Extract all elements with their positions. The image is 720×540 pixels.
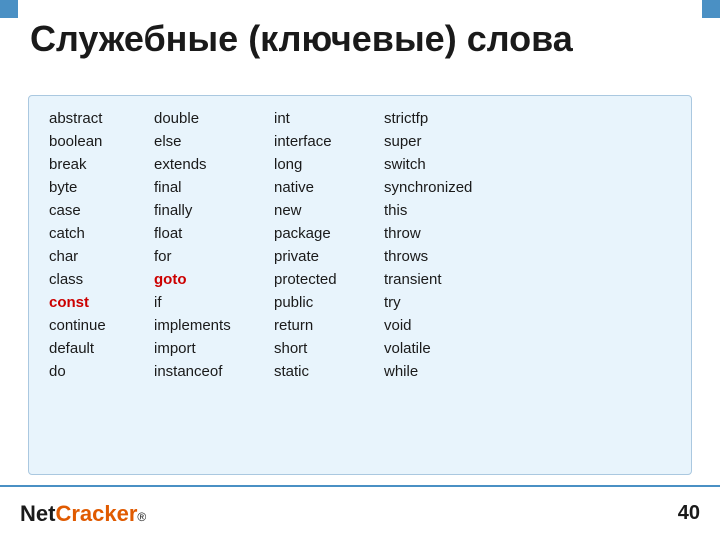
keyword-private: private	[270, 246, 380, 267]
logo-cracker: Cracker	[55, 501, 137, 527]
keyword-abstract: abstract	[45, 108, 150, 129]
keyword-instanceof: instanceof	[150, 361, 270, 382]
keyword-finally: finally	[150, 200, 270, 221]
keyword-default: default	[45, 338, 150, 359]
bottom-bar: Net Cracker ® 40	[0, 485, 720, 540]
keyword-void: void	[380, 315, 510, 336]
keyword-continue: continue	[45, 315, 150, 336]
keyword-extends: extends	[150, 154, 270, 175]
keyword-strictfp: strictfp	[380, 108, 510, 129]
keyword-import: import	[150, 338, 270, 359]
keyword-interface: interface	[270, 131, 380, 152]
keyword-break: break	[45, 154, 150, 175]
keyword-package: package	[270, 223, 380, 244]
keyword-super: super	[380, 131, 510, 152]
keyword-byte: byte	[45, 177, 150, 198]
keyword-this: this	[380, 200, 510, 221]
keyword-while: while	[380, 361, 510, 382]
keyword-final: final	[150, 177, 270, 198]
corner-decoration-tr	[702, 0, 720, 18]
keyword-do: do	[45, 361, 150, 382]
keyword-long: long	[270, 154, 380, 175]
keyword-new: new	[270, 200, 380, 221]
keyword-implements: implements	[150, 315, 270, 336]
keyword-for: for	[150, 246, 270, 267]
keyword-class: class	[45, 269, 150, 290]
keyword-synchronized: synchronized	[380, 177, 510, 198]
keyword-transient: transient	[380, 269, 510, 290]
keyword-if: if	[150, 292, 270, 313]
keyword-try: try	[380, 292, 510, 313]
keyword-char: char	[45, 246, 150, 267]
slide: Служебные (ключевые) слова abstractdoubl…	[0, 0, 720, 540]
keyword-else: else	[150, 131, 270, 152]
slide-title: Служебные (ключевые) слова	[30, 18, 573, 60]
keyword-volatile: volatile	[380, 338, 510, 359]
keyword-protected: protected	[270, 269, 380, 290]
keywords-box: abstractdoubleintstrictfp booleanelseinte…	[28, 95, 692, 475]
logo: Net Cracker ®	[20, 501, 146, 527]
keyword-short: short	[270, 338, 380, 359]
keyword-return: return	[270, 315, 380, 336]
keyword-public: public	[270, 292, 380, 313]
keyword-double: double	[150, 108, 270, 129]
keyword-native: native	[270, 177, 380, 198]
keyword-float: float	[150, 223, 270, 244]
keywords-grid: abstractdoubleintstrictfp booleanelseinte…	[45, 108, 675, 382]
keyword-static: static	[270, 361, 380, 382]
keyword-int: int	[270, 108, 380, 129]
keyword-case: case	[45, 200, 150, 221]
page-number: 40	[678, 502, 700, 525]
keyword-boolean: boolean	[45, 131, 150, 152]
keyword-switch: switch	[380, 154, 510, 175]
keyword-catch: catch	[45, 223, 150, 244]
keyword-throws: throws	[380, 246, 510, 267]
keyword-const: const	[45, 292, 150, 313]
logo-reg: ®	[137, 510, 146, 524]
logo-net: Net	[20, 501, 55, 527]
keyword-throw: throw	[380, 223, 510, 244]
keyword-goto: goto	[150, 269, 270, 290]
corner-decoration-tl	[0, 0, 18, 18]
